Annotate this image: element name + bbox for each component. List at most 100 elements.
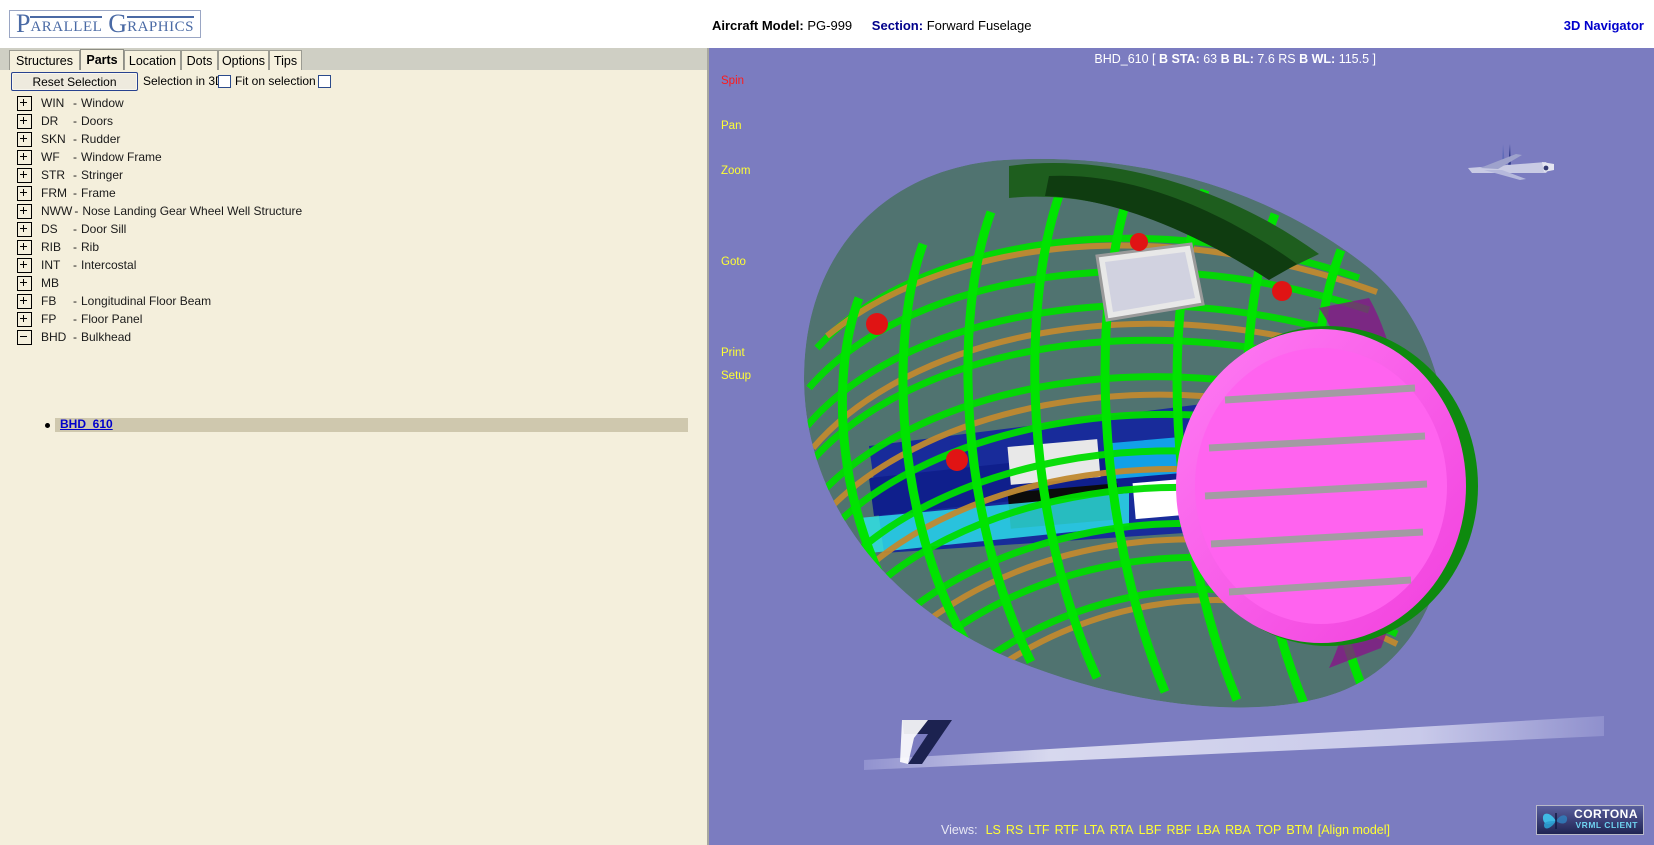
view-lbf[interactable]: LBF	[1139, 823, 1162, 837]
view-rtf[interactable]: RTF	[1055, 823, 1079, 837]
tab-structures[interactable]: Structures	[9, 50, 80, 70]
views-label: Views:	[941, 823, 978, 837]
tab-location[interactable]: Location	[124, 50, 181, 70]
aircraft-model-label: Aircraft Model:	[712, 18, 804, 33]
view-align-model[interactable]: [Align model]	[1318, 823, 1390, 837]
tree-row-separator: -	[73, 168, 77, 182]
expand-icon[interactable]	[17, 239, 32, 255]
tree-row-name: Stringer	[81, 168, 124, 182]
tree-row-separator: -	[73, 330, 77, 344]
tree-row-code: SKN	[41, 132, 66, 146]
view-lba[interactable]: LBA	[1197, 823, 1221, 837]
expand-icon[interactable]	[17, 131, 32, 147]
tree-row-fp[interactable]: FP - Floor Panel	[0, 310, 707, 328]
expand-icon[interactable]	[17, 167, 32, 183]
tree-row-name: Longitudinal Floor Beam	[81, 294, 212, 308]
view-ls[interactable]: LS	[986, 823, 1001, 837]
tree-row-name: Window Frame	[81, 150, 162, 164]
logo-text-graphics: RAPHICS	[127, 15, 194, 36]
tree-row-name: Bulkhead	[81, 330, 132, 344]
tree-row-mb[interactable]: MB	[0, 274, 707, 292]
tab-options[interactable]: Options	[218, 50, 269, 70]
tree-row-separator: -	[73, 240, 77, 254]
view-rba[interactable]: RBA	[1225, 823, 1251, 837]
tree-row-separator: -	[74, 204, 79, 218]
selection-in-3d-label: Selection in 3D	[143, 74, 224, 88]
tree-row-separator: -	[73, 186, 77, 200]
tree-row-rib[interactable]: RIB - Rib	[0, 238, 707, 256]
selection-in-3d-checkbox[interactable]	[218, 75, 231, 88]
expand-icon[interactable]	[17, 293, 32, 309]
tree-row-code: FP	[41, 312, 57, 326]
expand-icon[interactable]	[17, 221, 32, 237]
tree-row-int[interactable]: INT - Intercostal	[0, 256, 707, 274]
tree-row-code: WF	[41, 150, 60, 164]
fit-on-selection-checkbox[interactable]	[318, 75, 331, 88]
parts-toolbar: Reset Selection Selection in 3D Fit on s…	[0, 70, 707, 92]
view-btm[interactable]: BTM	[1286, 823, 1312, 837]
logo-letter-g: G	[108, 8, 128, 38]
expand-icon[interactable]	[17, 113, 32, 129]
bullet-icon	[45, 423, 50, 428]
expand-icon[interactable]	[17, 257, 32, 273]
left-panel: Structures Parts Location Dots Options T…	[0, 48, 709, 845]
tree-row-separator: -	[73, 258, 77, 272]
tree-row-name: Rib	[81, 240, 100, 254]
tab-tips[interactable]: Tips	[269, 50, 302, 70]
expand-icon[interactable]	[17, 185, 32, 201]
tree-row-str[interactable]: STR - Stringer	[0, 166, 707, 184]
tree-leaf-row[interactable]: BHD_610	[0, 417, 688, 432]
aircraft-model-value: PG-999	[807, 18, 853, 33]
tree-row-name: Frame	[81, 186, 116, 200]
3d-navigator-link[interactable]: 3D Navigator	[1564, 18, 1644, 33]
expand-icon[interactable]	[17, 275, 32, 291]
tab-dots[interactable]: Dots	[181, 50, 218, 70]
tree-row-code: FRM	[41, 186, 67, 200]
expand-icon[interactable]	[17, 149, 32, 165]
tree-row-code: WIN	[41, 96, 65, 110]
selected-bulkhead-disc	[1176, 326, 1478, 646]
tree-row-separator: -	[73, 312, 77, 326]
collapse-icon[interactable]	[17, 329, 32, 345]
tree-row-name: Window	[81, 96, 124, 110]
view-rs[interactable]: RS	[1006, 823, 1023, 837]
view-lta[interactable]: LTA	[1084, 823, 1105, 837]
tree-row-code: STR	[41, 168, 65, 182]
cortona-vrml-client-logo: CORTONA VRML CLIENT	[1536, 805, 1644, 835]
expand-icon[interactable]	[17, 311, 32, 327]
tab-parts[interactable]: Parts	[80, 49, 124, 70]
tree-row-nww[interactable]: NWW - Nose Landing Gear Wheel Well Structu…	[0, 202, 707, 220]
tree-row-separator: -	[73, 132, 77, 146]
reset-selection-button[interactable]: Reset Selection	[11, 72, 138, 91]
tree-leaf-selection-highlight	[55, 418, 688, 432]
tree-row-fb[interactable]: FB - Longitudinal Floor Beam	[0, 292, 707, 310]
view-rbf[interactable]: RBF	[1167, 823, 1192, 837]
view-rta[interactable]: RTA	[1110, 823, 1134, 837]
tree-row-ds[interactable]: DS - Door Sill	[0, 220, 707, 238]
tree-row-bhd[interactable]: BHD - Bulkhead	[0, 328, 707, 346]
expand-icon[interactable]	[17, 95, 32, 111]
tree-row-name: Intercostal	[81, 258, 137, 272]
fuselage-3d-model[interactable]	[709, 48, 1654, 845]
tree-row-wf[interactable]: WF - Window Frame	[0, 148, 707, 166]
3d-viewport[interactable]: BHD_610 [ B STA: 63 B BL: 7.6 RS B WL: 1…	[709, 48, 1654, 845]
tree-row-code: BHD	[41, 330, 67, 344]
tree-row-dr[interactable]: DR - Doors	[0, 112, 707, 130]
fit-on-selection-label: Fit on selection	[235, 74, 316, 88]
application-window: P ARALLEL G RAPHICS Aircraft Model: PG-9…	[0, 0, 1654, 845]
tree-row-win[interactable]: WIN - Window	[0, 94, 707, 112]
view-top[interactable]: TOP	[1256, 823, 1281, 837]
tree-leaf-bhd-610[interactable]: BHD_610	[60, 417, 113, 431]
view-ltf[interactable]: LTF	[1028, 823, 1049, 837]
tree-row-skn[interactable]: SKN - Rudder	[0, 130, 707, 148]
tree-row-code: DS	[41, 222, 58, 236]
parallelgraphics-logo: P ARALLEL G RAPHICS	[9, 10, 201, 38]
section-label: Section:	[871, 18, 924, 33]
logo-letter-p: P	[16, 8, 31, 38]
tree-row-code: NWW	[41, 204, 73, 218]
tab-strip: Structures Parts Location Dots Options T…	[0, 48, 707, 70]
tree-row-frm[interactable]: FRM - Frame	[0, 184, 707, 202]
expand-icon[interactable]	[17, 203, 32, 219]
tree-row-code: INT	[41, 258, 61, 272]
tree-row-separator: -	[73, 150, 77, 164]
